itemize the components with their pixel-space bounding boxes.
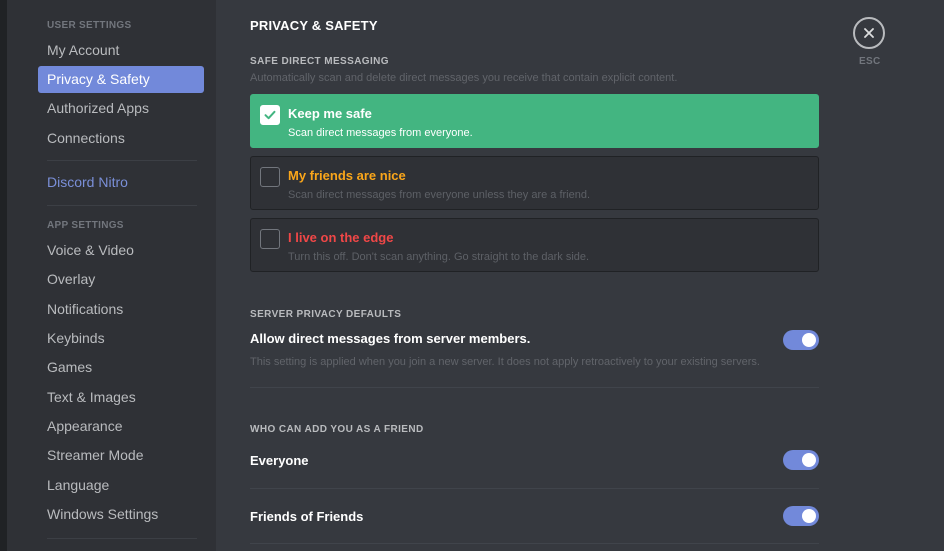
check-icon	[264, 110, 276, 120]
sidebar-item-connections[interactable]: Connections	[38, 125, 204, 152]
sidebar-item-appearance[interactable]: Appearance	[38, 413, 204, 440]
checkbox-unchecked[interactable]	[260, 167, 280, 187]
user-settings-header: USER SETTINGS	[47, 20, 132, 31]
sidebar-item-voice-video[interactable]: Voice & Video	[38, 237, 204, 264]
option-description: Scan direct messages from everyone.	[288, 127, 473, 139]
friend-everyone-title: Everyone	[250, 453, 309, 468]
sidebar-item-overlay[interactable]: Overlay	[38, 266, 204, 293]
sidebar-item-language[interactable]: Language	[38, 472, 204, 499]
toggle-knob	[802, 453, 816, 467]
allow-dm-toggle[interactable]	[783, 330, 819, 350]
sidebar-item-streamer-mode[interactable]: Streamer Mode	[38, 442, 204, 469]
divider	[250, 387, 819, 388]
option-live-on-edge[interactable]: I live on the edge Turn this off. Don't …	[250, 218, 819, 272]
option-description: Turn this off. Don't scan anything. Go s…	[288, 251, 590, 263]
checkbox-checked[interactable]	[260, 105, 280, 125]
sidebar-item-privacy-safety[interactable]: Privacy & Safety	[38, 66, 204, 93]
option-friends-nice[interactable]: My friends are nice Scan direct messages…	[250, 156, 819, 210]
option-title: I live on the edge	[288, 230, 394, 245]
server-privacy-label: SERVER PRIVACY DEFAULTS	[250, 309, 402, 320]
option-keep-me-safe[interactable]: Keep me safe Scan direct messages from e…	[250, 94, 819, 148]
friend-fof-toggle[interactable]	[783, 506, 819, 526]
option-description: Scan direct messages from everyone unles…	[288, 189, 591, 201]
safe-dm-description: Automatically scan and delete direct mes…	[250, 72, 678, 84]
sidebar-item-text-images[interactable]: Text & Images	[38, 384, 204, 411]
option-title: Keep me safe	[288, 106, 372, 121]
toggle-knob	[802, 333, 816, 347]
sidebar-item-authorized-apps[interactable]: Authorized Apps	[38, 95, 204, 122]
add-friend-label: WHO CAN ADD YOU AS A FRIEND	[250, 424, 424, 435]
app-settings-header: APP SETTINGS	[47, 220, 124, 231]
settings-sidebar: USER SETTINGS My Account Privacy & Safet…	[7, 0, 216, 551]
allow-dm-description: This setting is applied when you join a …	[250, 356, 760, 368]
sidebar-separator	[47, 205, 197, 206]
sidebar-item-games[interactable]: Games	[38, 354, 204, 381]
edge-strip	[0, 0, 7, 551]
divider	[250, 543, 819, 544]
friend-everyone-toggle[interactable]	[783, 450, 819, 470]
divider	[250, 488, 819, 489]
checkbox-unchecked[interactable]	[260, 229, 280, 249]
allow-dm-title: Allow direct messages from server member…	[250, 331, 531, 346]
settings-content: PRIVACY & SAFETY SAFE DIRECT MESSAGING A…	[216, 0, 944, 551]
safe-dm-label: SAFE DIRECT MESSAGING	[250, 56, 389, 67]
close-icon	[864, 28, 874, 38]
sidebar-separator	[47, 160, 197, 161]
close-button[interactable]	[853, 17, 885, 49]
settings-window: USER SETTINGS My Account Privacy & Safet…	[0, 0, 944, 551]
sidebar-item-windows-settings[interactable]: Windows Settings	[38, 501, 204, 528]
page-title: PRIVACY & SAFETY	[250, 18, 378, 33]
sidebar-item-my-account[interactable]: My Account	[38, 37, 204, 64]
friend-fof-title: Friends of Friends	[250, 509, 364, 524]
sidebar-item-notifications[interactable]: Notifications	[38, 296, 204, 323]
sidebar-separator	[47, 538, 197, 539]
sidebar-item-keybinds[interactable]: Keybinds	[38, 325, 204, 352]
sidebar-item-discord-nitro[interactable]: Discord Nitro	[38, 169, 204, 196]
toggle-knob	[802, 509, 816, 523]
option-title: My friends are nice	[288, 168, 406, 183]
esc-label: ESC	[859, 56, 881, 67]
